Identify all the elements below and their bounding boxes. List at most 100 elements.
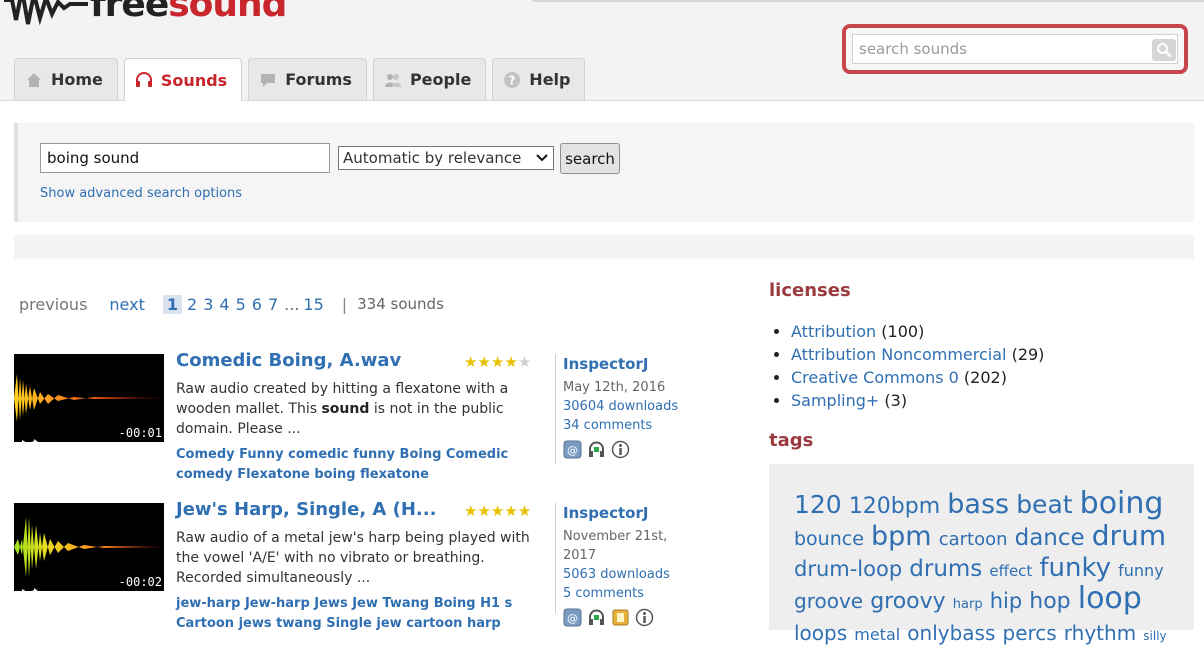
username-link[interactable]: InspectorJ: [563, 504, 648, 522]
svg-text:@: @: [567, 612, 578, 625]
sound-description: Raw audio of a metal jew's harp being pl…: [176, 530, 530, 586]
tag-link[interactable]: harp: [953, 597, 983, 612]
magnifier-icon: [1157, 43, 1172, 58]
loop-icon[interactable]: [28, 588, 42, 591]
last-page-link[interactable]: 15: [303, 295, 323, 314]
star-icon: ★: [490, 353, 505, 371]
tag-link[interactable]: drum: [1092, 519, 1166, 552]
downloads-link[interactable]: 30604 downloads: [563, 397, 683, 416]
tag-link[interactable]: drums: [909, 556, 982, 582]
tab-label: People: [409, 70, 472, 89]
star-icon: ★: [504, 353, 518, 371]
sound-tags[interactable]: Comedy Funny comedic funny Boing Comedic…: [176, 445, 526, 485]
license-link[interactable]: Attribution: [791, 322, 876, 341]
tag-link[interactable]: groove: [794, 589, 863, 613]
upload-date: November 21st, 2017: [563, 529, 668, 563]
license-item: Attribution (100): [791, 320, 1044, 343]
current-page: 1: [162, 294, 182, 314]
star-empty-icon: ★: [517, 353, 532, 371]
page-link[interactable]: 2: [187, 295, 197, 314]
tab-help[interactable]: ? Help: [492, 58, 586, 100]
rating-stars[interactable]: ★ ★ ★ ★ ★: [464, 503, 531, 519]
tag-link[interactable]: loop: [1078, 581, 1142, 616]
tag-link[interactable]: metal: [854, 625, 900, 644]
headphones-icon: [135, 71, 153, 89]
attribution-license-icon[interactable]: @: [563, 440, 582, 459]
license-icons: @: [563, 440, 683, 459]
help-icon: ?: [503, 71, 521, 89]
header-search-input[interactable]: [852, 34, 1178, 64]
sound-title-link[interactable]: Jew's Harp, Single, A (H...: [176, 499, 436, 520]
downloads-link[interactable]: 5063 downloads: [563, 565, 683, 584]
sound-meta: InspectorJ November 21st, 2017 5063 down…: [555, 503, 683, 627]
tag-link[interactable]: funky: [1039, 553, 1111, 583]
star-icon: ★: [464, 502, 478, 520]
tab-sounds[interactable]: Sounds: [123, 58, 243, 101]
header-search-button[interactable]: [1152, 39, 1176, 61]
sound-title-link[interactable]: Comedic Boing, A.wav: [176, 350, 401, 371]
attribution-license-icon[interactable]: @: [563, 608, 582, 627]
tab-people[interactable]: People: [372, 58, 487, 100]
query-input[interactable]: [40, 143, 330, 173]
tag-link[interactable]: loops: [794, 621, 847, 645]
tab-forums[interactable]: Forums: [248, 58, 367, 100]
tag-link[interactable]: cartoon: [939, 529, 1008, 550]
page-link[interactable]: 3: [203, 295, 213, 314]
tag-link[interactable]: funny: [1118, 561, 1164, 580]
waveform-player[interactable]: -00:02: [14, 503, 164, 591]
username-link[interactable]: InspectorJ: [563, 355, 648, 373]
tag-link[interactable]: 120: [794, 490, 842, 519]
search-button[interactable]: search: [560, 143, 620, 174]
tag-link[interactable]: boing: [1080, 486, 1164, 521]
sound-tags[interactable]: jew-harp Jew-harp Jews Jew Twang Boing H…: [176, 594, 526, 634]
license-link[interactable]: Creative Commons 0: [791, 368, 959, 387]
page-link[interactable]: 6: [252, 295, 262, 314]
license-link[interactable]: Sampling+: [791, 391, 879, 410]
star-icon: ★: [464, 353, 478, 371]
top-divider: [532, 0, 1204, 2]
license-icons: @: [563, 608, 683, 627]
tag-link[interactable]: groovy: [870, 589, 946, 614]
advanced-search-link[interactable]: Show advanced search options: [40, 186, 242, 201]
search-form-panel: Automatic by relevance search Show advan…: [14, 123, 1194, 222]
tag-link[interactable]: hip: [990, 589, 1022, 613]
loop-icon[interactable]: [28, 439, 42, 442]
duration: -00:02: [118, 575, 162, 589]
license-count: (202): [963, 368, 1007, 387]
tag-link[interactable]: 120bpm: [849, 494, 940, 519]
tag-link[interactable]: bounce: [794, 528, 864, 550]
next-page-link[interactable]: next: [109, 295, 144, 314]
sort-selected-value: Automatic by relevance: [343, 149, 522, 167]
star-icon: ★: [477, 353, 491, 371]
tag-link[interactable]: bass: [947, 489, 1009, 520]
sound-item: -00:02 Jew's Harp, Single, A (H... ★ ★ ★ ★ ★…: [14, 499, 670, 643]
svg-text:?: ?: [509, 73, 516, 87]
comments-link[interactable]: 34 comments: [563, 416, 683, 435]
license-link[interactable]: Attribution Noncommercial: [791, 345, 1006, 364]
tab-home[interactable]: Home: [14, 58, 118, 100]
tag-link[interactable]: rhythm: [1064, 621, 1136, 645]
tag-link[interactable]: drum-loop: [794, 557, 902, 581]
tag-link[interactable]: silly: [1143, 629, 1166, 643]
tag-link[interactable]: hop: [1029, 589, 1070, 614]
rating-stars[interactable]: ★ ★ ★ ★ ★: [464, 354, 531, 370]
license-item: Creative Commons 0 (202): [791, 366, 1044, 389]
tag-link[interactable]: bpm: [871, 521, 932, 552]
tag-link[interactable]: beat: [1016, 490, 1072, 519]
page-link[interactable]: 7: [268, 295, 278, 314]
page-link[interactable]: 4: [219, 295, 229, 314]
star-icon: ★: [477, 502, 491, 520]
comments-link[interactable]: 5 comments: [563, 584, 683, 603]
tag-link[interactable]: effect: [989, 562, 1032, 580]
chevron-down-icon: [536, 154, 548, 162]
tab-label: Help: [529, 70, 571, 89]
pack-badge-icon[interactable]: [611, 608, 630, 627]
sort-select[interactable]: Automatic by relevance: [338, 146, 554, 170]
tag-link[interactable]: dance: [1015, 525, 1085, 551]
star-icon: ★: [490, 502, 505, 520]
waveform-player[interactable]: -00:01: [14, 354, 164, 442]
tag-link[interactable]: percs: [1003, 621, 1057, 645]
upload-date: May 12th, 2016: [563, 380, 666, 395]
tag-link[interactable]: onlybass: [907, 621, 995, 645]
page-link[interactable]: 5: [236, 295, 246, 314]
